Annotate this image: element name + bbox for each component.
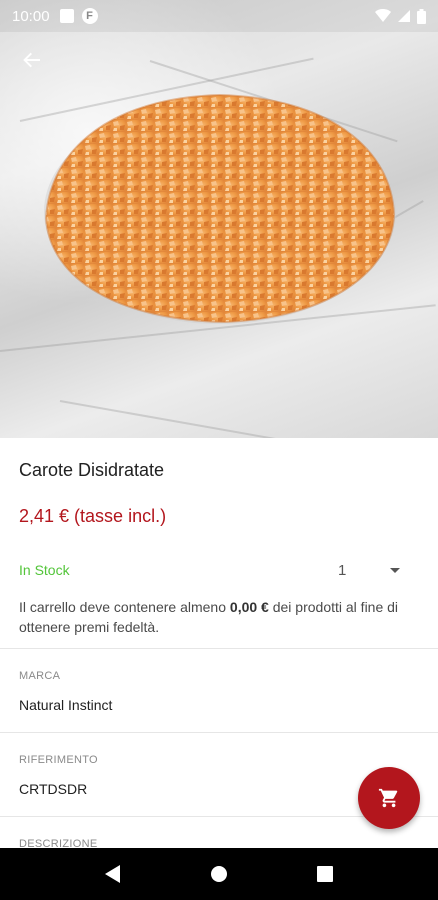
stock-status: In Stock bbox=[19, 562, 70, 578]
loyalty-prefix: Il carrello deve contenere almeno bbox=[19, 599, 230, 615]
chevron-down-icon bbox=[390, 567, 400, 573]
system-nav-bar bbox=[0, 848, 438, 900]
recents-square-icon bbox=[317, 866, 333, 882]
divider bbox=[0, 732, 438, 733]
nav-recents-button[interactable] bbox=[305, 854, 345, 894]
cart-icon bbox=[378, 788, 398, 808]
back-button[interactable] bbox=[14, 42, 50, 78]
product-title: Carote Disidratate bbox=[19, 460, 165, 480]
back-triangle-icon bbox=[105, 865, 120, 883]
signal-icon bbox=[398, 10, 410, 22]
nav-home-button[interactable] bbox=[199, 854, 239, 894]
brand-label: MARCA bbox=[19, 670, 61, 682]
arrow-back-icon bbox=[23, 52, 40, 68]
status-time: 10:00 bbox=[12, 7, 50, 25]
product-image: 10:00 F bbox=[0, 0, 438, 438]
quantity-selector[interactable]: 1 bbox=[330, 556, 410, 584]
dehydrated-carrot-pile bbox=[44, 93, 396, 324]
add-to-cart-button[interactable] bbox=[358, 767, 420, 829]
loyalty-amount: 0,00 € bbox=[229, 599, 269, 615]
loyalty-note: Il carrello deve contenere almeno 0,00 €… bbox=[19, 597, 419, 637]
reference-value: CRTDSDR bbox=[19, 781, 88, 797]
f-badge-icon: F bbox=[81, 8, 98, 24]
wifi-icon bbox=[375, 9, 391, 22]
notification-square-icon bbox=[59, 9, 74, 23]
product-price: 2,41 € (tasse incl.) bbox=[19, 506, 167, 526]
home-circle-icon bbox=[211, 866, 227, 882]
battery-icon bbox=[417, 8, 426, 24]
brand-value: Natural Instinct bbox=[19, 697, 113, 713]
divider bbox=[0, 648, 438, 649]
reference-label: RIFERIMENTO bbox=[19, 754, 98, 766]
quantity-value: 1 bbox=[338, 561, 347, 579]
status-bar: 10:00 F bbox=[0, 0, 438, 32]
nav-back-button[interactable] bbox=[93, 854, 133, 894]
